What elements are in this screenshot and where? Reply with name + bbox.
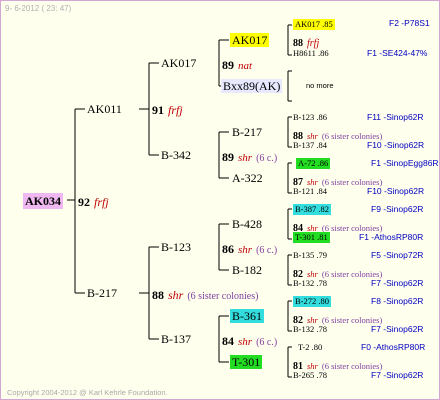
g2-sis-3: (6 c.) (256, 337, 278, 348)
g3-name-7[interactable]: T-301 (230, 355, 263, 369)
root-node[interactable]: AK034 (23, 193, 63, 209)
g2-rating-2: 86 shr (6 c.) (222, 241, 277, 257)
g1-type-1: shr (168, 288, 184, 302)
g4-top-7[interactable]: T-2 .80 (298, 343, 322, 352)
pedigree-lines (67, 24, 292, 378)
g3-name-6[interactable]: B-361 (230, 309, 264, 323)
g4-rbot-0: F1 -SE424-47% (367, 48, 428, 58)
g4-top-5[interactable]: B-135 .79 (293, 251, 327, 260)
copyright-footer: Copyright 2004-2012 @ Karl Kehrle Founda… (7, 388, 168, 397)
g1-rating-0: 91 frfj (152, 102, 183, 118)
g2-rating-0: 89 nat (222, 57, 252, 73)
g4-rbot-5: F7 -Sinop62R (371, 278, 424, 288)
g4-top-6[interactable]: B-272 .80 (293, 296, 331, 307)
g4-rbot-3: F10 -Sinop62R (367, 186, 425, 196)
g4-rbot-6: F7 -Sinop62R (371, 324, 424, 334)
pedigree-frame: 9- 6-2012 ( 23: 47) AK034 92 frfj AK011 … (0, 0, 440, 400)
g4-bot-4[interactable]: T-301 .81 (293, 232, 330, 243)
g3-name-5[interactable]: B-182 (232, 264, 262, 276)
g2-num-3: 84 (222, 334, 234, 348)
g1-type-0: frfj (168, 103, 183, 117)
g4-rtop-6: F8 -Sinop62R (371, 296, 424, 306)
g2-type-2: shr (238, 244, 253, 256)
g2-rating-1: 89 shr (6 c.) (222, 149, 277, 165)
g4-rbot-2: F10 -Sinop62R (367, 140, 425, 150)
root-num: 92 (78, 195, 90, 209)
g2-type-1: shr (238, 152, 253, 164)
g4-rtop-5: F5 -Sinop72R (371, 250, 424, 260)
g1-num-0: 91 (152, 103, 164, 117)
g4-rbot-7: F7 -Sinop62R (371, 370, 424, 380)
g4-top-3[interactable]: A-72 .86 (296, 158, 331, 169)
g2-type-3: shr (238, 336, 253, 348)
g2-name-3[interactable]: B-137 (161, 333, 191, 345)
date-header: 9- 6-2012 ( 23: 47) (5, 4, 72, 13)
g4-top-4[interactable]: B-387 .82 (293, 204, 331, 215)
root-name: AK034 (23, 193, 63, 209)
g3-name-0[interactable]: AK017 (230, 33, 270, 47)
g2-num-1: 89 (222, 150, 234, 164)
g2-rating-3: 84 shr (6 c.) (222, 333, 277, 349)
g4-bot-5[interactable]: B-132 .78 (293, 279, 327, 288)
g1-name-0[interactable]: AK011 (87, 103, 122, 115)
g3-name-1[interactable]: Bxx89(AK) (221, 79, 283, 93)
g2-num-2: 86 (222, 242, 234, 256)
g3-name-4[interactable]: B-428 (232, 218, 262, 230)
g4-rtop-3: F1 -SinopEgg86R (371, 158, 439, 168)
g4-bot-6[interactable]: B-132 .78 (293, 325, 327, 334)
g4-rtop-4: F9 -Sinop62R (371, 204, 424, 214)
g3-name-3[interactable]: A-322 (232, 172, 263, 184)
root-rating: 92 frfj (78, 194, 109, 210)
g1-sis-1: (6 sister colonies) (187, 291, 259, 302)
g4-rtop-7: F0 -AthosRP80R (361, 342, 426, 352)
g4-bot-7[interactable]: B-265 .78 (293, 371, 327, 380)
g1-rating-1: 88 shr (6 sister colonies) (152, 287, 258, 303)
g3-name-2[interactable]: B-217 (232, 126, 262, 138)
g2-name-0[interactable]: AK017 (161, 57, 196, 69)
g2-sis-1: (6 c.) (256, 153, 278, 164)
g2-num-0: 89 (222, 58, 234, 72)
no-more-label: no more (306, 81, 334, 90)
g4-bot-3[interactable]: B-121 .84 (293, 187, 327, 196)
g4-rtop-0: F2 -P78S1 (389, 18, 430, 28)
g2-type-0: nat (238, 60, 253, 72)
g4-bot-2[interactable]: B-137 .84 (293, 141, 327, 150)
g1-num-1: 88 (152, 288, 164, 302)
g2-name-1[interactable]: B-342 (161, 149, 191, 161)
g2-sis-2: (6 c.) (256, 245, 278, 256)
g4-rtop-2: F11 -Sinop62R (367, 112, 424, 122)
g4-top-2[interactable]: B-123 .86 (293, 113, 327, 122)
g4-top-0[interactable]: AK017 .85 (293, 19, 335, 30)
g4-rbot-4: F1 -AthosRP80R (359, 232, 424, 242)
root-type: frfj (94, 195, 109, 209)
g2-name-2[interactable]: B-123 (161, 241, 191, 253)
g4-bot-0[interactable]: H8611 .86 (293, 49, 329, 58)
g1-name-1[interactable]: B-217 (87, 287, 117, 299)
